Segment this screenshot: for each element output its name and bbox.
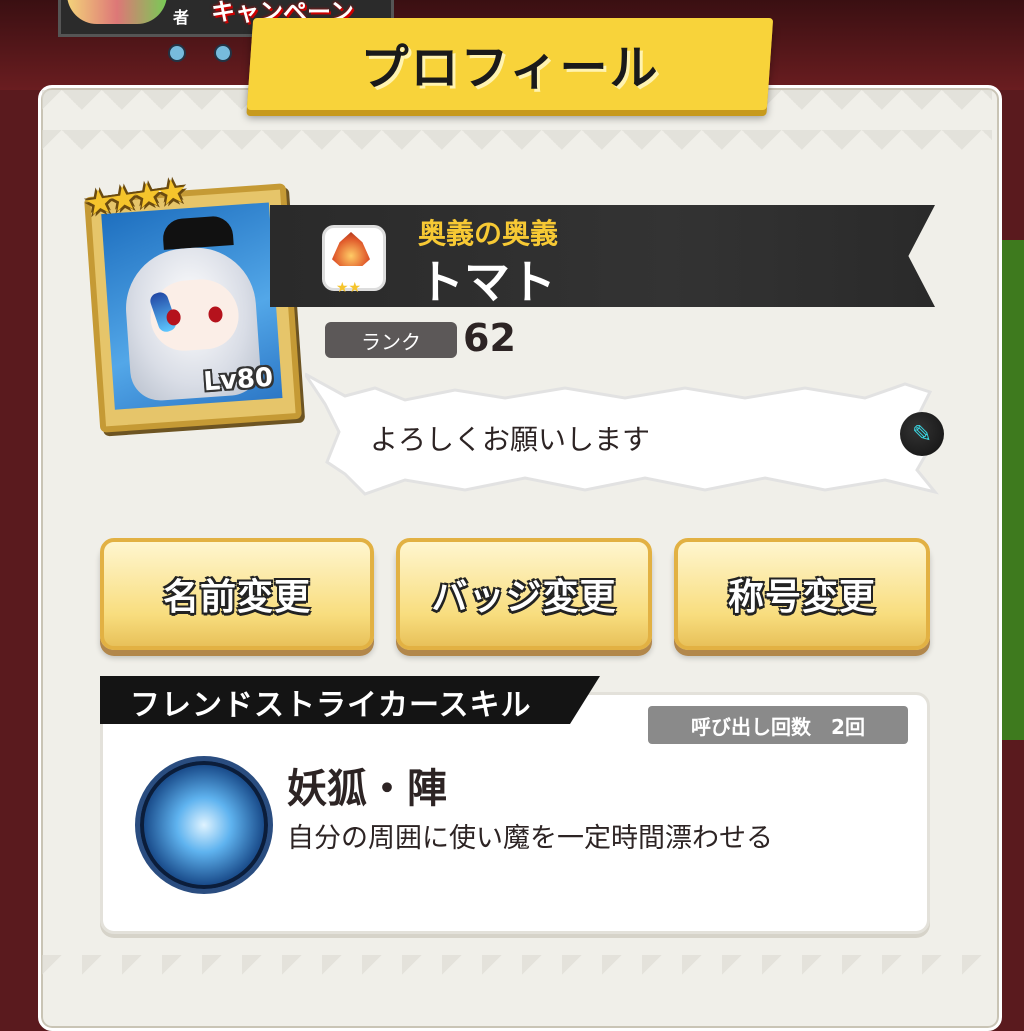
rank-label: ランク (325, 322, 457, 358)
character-level: Lv80 (202, 362, 275, 398)
profile-message: よろしくお願いします (370, 423, 651, 456)
call-count-badge: 呼び出し回数 2回 (648, 706, 908, 744)
change-title-button[interactable]: 称号変更 (674, 538, 930, 650)
player-name: トマト (418, 255, 556, 309)
banner-character-art (67, 0, 167, 24)
badge-star-rating: ★★ (336, 280, 362, 296)
character-card[interactable]: Lv80 (84, 183, 302, 433)
rank-value: 62 (463, 316, 516, 360)
pencil-icon[interactable]: ✎ (900, 412, 944, 456)
character-portrait: Lv80 (101, 202, 283, 410)
page-indicator-dot (214, 44, 232, 62)
page-title: プロフィール (360, 40, 660, 96)
character-ears (161, 215, 234, 250)
change-badge-button[interactable]: バッジ変更 (396, 538, 652, 650)
skill-name: 妖狐・陣 (287, 766, 447, 812)
friend-skill-label: フレンドストライカースキル (130, 688, 532, 723)
skill-description: 自分の周囲に使い魔を一定時間漂わせる (287, 823, 773, 854)
fox-spirit-icon (135, 756, 273, 894)
panel-bottom-pattern (42, 955, 992, 995)
change-name-button[interactable]: 名前変更 (100, 538, 374, 650)
page-indicator-dot (168, 44, 186, 62)
banner-small-text: 者 (173, 8, 190, 27)
